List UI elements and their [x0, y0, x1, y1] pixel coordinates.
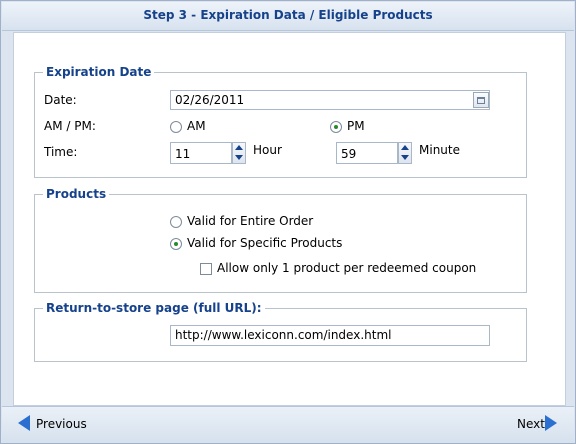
hour-input[interactable]: 11 [170, 142, 232, 164]
pm-radio[interactable] [330, 121, 342, 133]
one-product-label[interactable]: Allow only 1 product per redeemed coupon [217, 261, 476, 275]
hour-label: Hour [253, 143, 282, 157]
am-radio[interactable] [170, 121, 182, 133]
expiration-date-legend: Expiration Date [43, 65, 155, 79]
panel-content: Expiration Date Date: 02/26/2011 AM / PM… [13, 32, 566, 406]
return-url-fieldset: Return-to-store page (full URL): http://… [34, 301, 527, 362]
hour-down-arrow-icon[interactable] [235, 155, 243, 160]
am-radio-label[interactable]: AM [187, 119, 206, 133]
time-label: Time: [44, 145, 78, 159]
hour-spinner[interactable] [232, 142, 246, 164]
minute-up-arrow-icon[interactable] [401, 145, 409, 150]
date-label: Date: [44, 93, 77, 107]
previous-button[interactable]: Previous [18, 415, 88, 433]
wizard-panel: Step 3 - Expiration Data / Eligible Prod… [0, 0, 576, 444]
products-fieldset: Products Valid for Entire Order Valid fo… [34, 187, 527, 293]
previous-label[interactable]: Previous [36, 417, 87, 431]
entire-order-label[interactable]: Valid for Entire Order [187, 214, 313, 228]
products-legend: Products [43, 187, 110, 201]
next-button[interactable]: Next [514, 415, 564, 433]
calendar-picker-button[interactable] [473, 92, 489, 108]
panel-title: Step 3 - Expiration Data / Eligible Prod… [143, 8, 433, 22]
return-url-legend: Return-to-store page (full URL): [43, 301, 265, 315]
one-product-checkbox[interactable] [200, 263, 212, 275]
panel-header: Step 3 - Expiration Data / Eligible Prod… [2, 2, 574, 31]
panel-footer: Previous Next [2, 406, 574, 443]
minute-input[interactable]: 59 [336, 142, 398, 164]
ampm-label: AM / PM: [44, 119, 96, 133]
previous-arrow-icon [18, 415, 30, 431]
expiration-date-fieldset: Expiration Date Date: 02/26/2011 AM / PM… [34, 65, 527, 178]
date-input[interactable]: 02/26/2011 [170, 90, 490, 110]
next-arrow-icon [545, 415, 557, 431]
entire-order-radio[interactable] [170, 216, 182, 228]
specific-products-label[interactable]: Valid for Specific Products [187, 236, 342, 250]
hour-up-arrow-icon[interactable] [235, 145, 243, 150]
minute-down-arrow-icon[interactable] [401, 155, 409, 160]
pm-radio-label[interactable]: PM [347, 119, 365, 133]
minute-label: Minute [419, 143, 460, 157]
return-url-input[interactable]: http://www.lexiconn.com/index.html [170, 325, 490, 346]
next-label[interactable]: Next [517, 417, 545, 431]
minute-spinner[interactable] [398, 142, 412, 164]
specific-products-radio[interactable] [170, 238, 182, 250]
calendar-icon [477, 97, 485, 104]
